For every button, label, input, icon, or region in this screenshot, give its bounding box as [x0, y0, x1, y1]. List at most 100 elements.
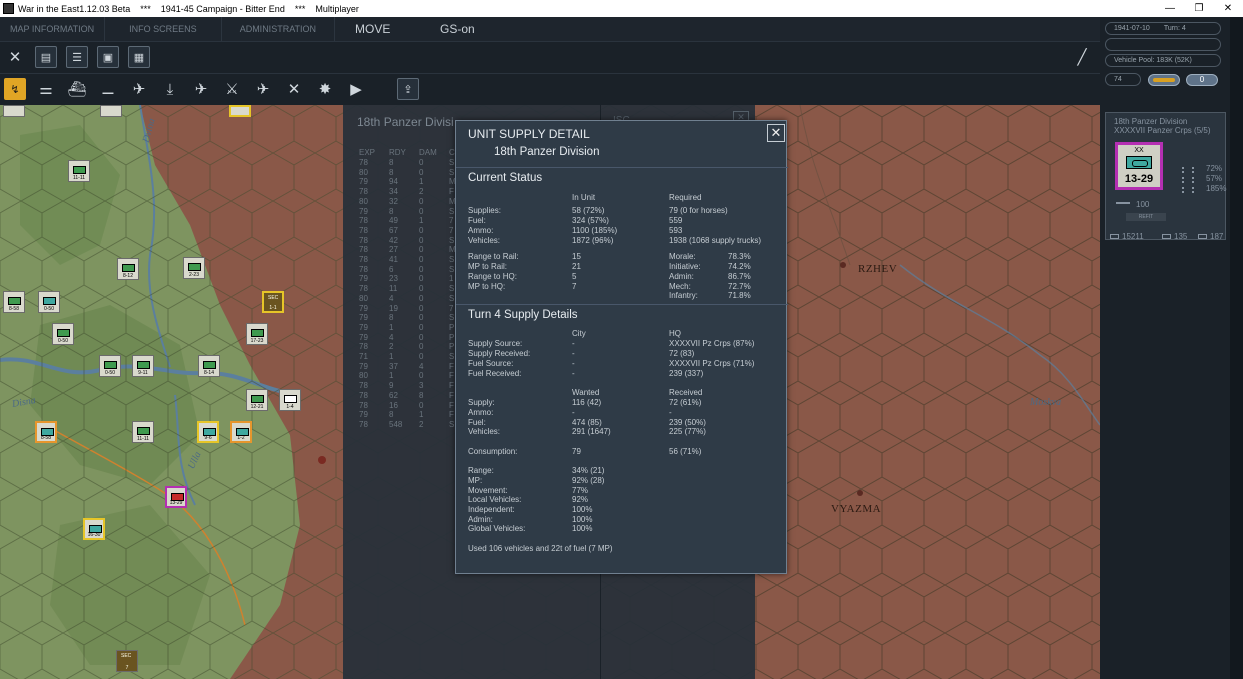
list-icon[interactable]: ☰ — [66, 46, 88, 68]
rail-mode-icon[interactable]: ⚌ — [35, 78, 57, 100]
right-scrollbar[interactable] — [1230, 17, 1243, 679]
unit-counter-large[interactable]: XX 13-29 — [1115, 142, 1163, 190]
unit-counter[interactable]: 11-11 — [68, 160, 90, 182]
close-window-button[interactable]: ✕ — [1213, 0, 1243, 17]
upload-icon[interactable]: ⇪ — [397, 78, 419, 100]
supplies-icon — [1182, 167, 1194, 173]
gs-indicator[interactable]: GS-on — [420, 22, 505, 36]
counter-toggle[interactable]: 0 — [1186, 74, 1218, 86]
modifier-row: Local Vehicles: 92% — [468, 495, 589, 504]
unit-counter[interactable]: 9-6 — [197, 421, 219, 443]
column-header: Required — [669, 193, 702, 202]
unit-counter[interactable] — [100, 105, 122, 117]
range-row: Range to Rail: 15 Morale: 78.3% — [468, 252, 751, 261]
unit-info-panel: 18th Panzer Division XXXXVII Panzer Crps… — [1100, 105, 1230, 679]
column-header: In Unit — [572, 193, 596, 202]
menu-info-screens[interactable]: INFO SCREENS — [105, 17, 222, 41]
empty-info-box — [1105, 38, 1221, 51]
range-row: MP to HQ: 7 Mech: 72.7% — [468, 282, 751, 291]
movement-points: 100 — [1136, 200, 1150, 209]
gun-icon — [1162, 234, 1171, 239]
unit-size: XX — [1134, 147, 1144, 154]
unit-corps: XXXXVII Panzer Crps (5/5) — [1114, 126, 1211, 135]
movement-icon — [1116, 202, 1130, 206]
unit-counter[interactable]: 2-23 — [183, 257, 205, 279]
naval-mode-icon[interactable]: ⛴ — [66, 78, 88, 100]
wanted-row: Supply: 116 (42) 72 (61%) — [468, 398, 702, 407]
column-header: Received — [669, 388, 703, 397]
pool-value: 74 — [1114, 76, 1122, 83]
ammo-percent: 185% — [1206, 184, 1227, 193]
toolbar-modes: ↯ ⚌ ⛴ ⚊ ✈ ⤓ ✈ ⚔ ✈ ✕ ✸ ▶ ⇪ — [0, 73, 1100, 105]
save-icon[interactable]: ▣ — [97, 46, 119, 68]
ammo-icon — [1182, 187, 1194, 193]
unit-counter[interactable]: 1-2 — [230, 421, 252, 443]
interdiction-icon[interactable]: ✕ — [283, 78, 305, 100]
play-icon[interactable]: ▶ — [345, 78, 367, 100]
menu-administration[interactable]: ADMINISTRATION — [222, 17, 336, 41]
range-row: Infantry: 71.8% — [669, 291, 751, 300]
grid-icon[interactable]: ▦ — [128, 46, 150, 68]
refit-button[interactable]: REFIT — [1126, 213, 1166, 221]
unit-card[interactable]: 18th Panzer Division XXXXVII Panzer Crps… — [1105, 112, 1227, 241]
menu-map-information[interactable]: MAP INFORMATION — [0, 17, 106, 41]
unit-counter[interactable]: 8-14 — [198, 355, 220, 377]
security-unit-counter[interactable]: SEC 7 — [116, 650, 138, 672]
modifier-row: Range: 34% (21) — [468, 466, 605, 475]
unit-counter[interactable]: 9-11 — [132, 355, 154, 377]
turn-number: Turn: 4 — [1163, 25, 1186, 32]
security-unit-counter[interactable]: SEC 1-1 — [262, 291, 284, 313]
gun-count: 135 — [1174, 232, 1188, 241]
unit-counter[interactable]: 0-50 — [38, 291, 60, 313]
unit-counter[interactable]: 11-11 — [132, 421, 154, 443]
air-attack-icon[interactable]: ⚔ — [221, 78, 243, 100]
supply-source-row: Fuel Received: -239 (337) — [468, 369, 704, 378]
unit-counter[interactable]: 12-21 — [246, 389, 268, 411]
air-drop-icon[interactable]: ⤓ — [159, 78, 181, 100]
report-icon[interactable]: ▤ — [35, 46, 57, 68]
main-menu: MAP INFORMATION INFO SCREENS ADMINISTRAT… — [0, 17, 1100, 41]
bombing-icon[interactable]: ✈ — [252, 78, 274, 100]
explosion-icon[interactable]: ✸ — [314, 78, 336, 100]
unit-counter[interactable]: 16-30 — [83, 518, 105, 540]
unit-counter[interactable]: 0-50 — [52, 323, 74, 345]
phase-indicator[interactable]: MOVE — [335, 22, 420, 36]
supply-summary: Used 106 vehicles and 22t of fuel (7 MP) — [468, 544, 613, 553]
unit-counter[interactable]: 1-4 — [279, 389, 301, 411]
pencil-icon[interactable]: ╱ — [1071, 46, 1093, 68]
wanted-row: Ammo: - - — [468, 408, 672, 417]
supply-source-row: Supply Received: -72 (83) — [468, 349, 695, 358]
column-header: Wanted — [572, 388, 600, 397]
modifier-row: Admin: 100% — [468, 515, 593, 524]
unit-counter[interactable]: 8-12 — [117, 258, 139, 280]
close-icon[interactable]: ✕ — [767, 124, 785, 142]
campaign-title: 1941-45 Campaign - Bitter End — [160, 3, 285, 14]
unit-counter[interactable]: 0-50 — [99, 355, 121, 377]
close-x-icon[interactable]: ✕ — [4, 46, 26, 68]
unit-counter[interactable] — [229, 105, 251, 117]
status-row: Fuel: 324 (57%) 559 — [468, 216, 683, 225]
date-turn-box: 1941-07-10 Turn: 4 — [1105, 22, 1221, 35]
unit-counter[interactable]: 17-23 — [246, 323, 268, 345]
unit-counter[interactable] — [3, 105, 25, 117]
unit-counter[interactable]: 8-58 — [3, 291, 25, 313]
current-status-heading: Current Status — [468, 172, 543, 184]
sea-transport-icon[interactable]: ⚊ — [97, 78, 119, 100]
toggle-switch[interactable] — [1148, 74, 1180, 86]
turn-supply-heading: Turn 4 Supply Details — [468, 309, 578, 321]
unit-name: 18th Panzer Division — [1114, 117, 1188, 126]
unit-detail-title: 18th Panzer Divisi — [357, 115, 454, 129]
afv-count: 187 — [1210, 232, 1224, 241]
minimize-button[interactable]: — — [1155, 0, 1185, 17]
unit-counter[interactable]: 8-58 — [35, 421, 57, 443]
city-label: VYAZMA — [831, 503, 882, 515]
selected-unit-counter[interactable]: 13-29 — [165, 486, 187, 508]
modifier-row: MP: 92% (28) — [468, 476, 605, 485]
maximize-button[interactable]: ❐ — [1184, 0, 1214, 17]
move-mode-icon[interactable]: ↯ — [4, 78, 26, 100]
status-row: Supplies: 58 (72%) 79 (0 for horses) — [468, 206, 728, 215]
game-date: 1941-07-10 — [1114, 25, 1150, 32]
air-recon-icon[interactable]: ✈ — [190, 78, 212, 100]
air-transport-icon[interactable]: ✈ — [128, 78, 150, 100]
vehicle-pool-box: Vehicle Pool: 183K (52K) — [1105, 54, 1221, 67]
